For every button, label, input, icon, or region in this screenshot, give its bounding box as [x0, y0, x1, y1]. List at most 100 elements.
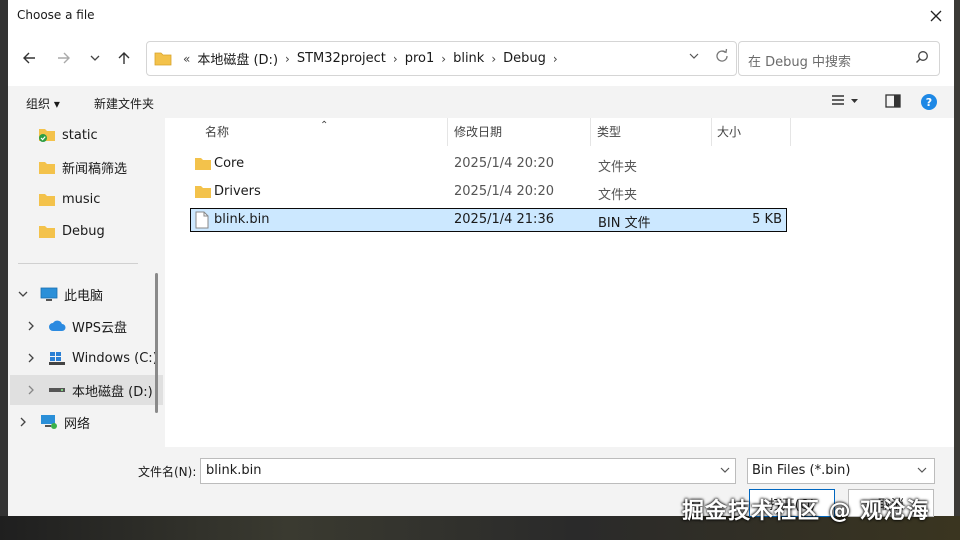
chevron-right-icon[interactable]	[26, 353, 36, 363]
refresh-icon[interactable]	[714, 48, 730, 64]
folder-icon	[39, 161, 55, 174]
file-type: 文件夹	[598, 160, 638, 175]
column-header-size[interactable]: 大小	[717, 118, 741, 148]
file-modified: 2025/1/4 21:36	[454, 212, 554, 227]
file-name: blink.bin	[214, 212, 270, 227]
file-name: Drivers	[214, 184, 261, 199]
chevron-down-icon[interactable]	[18, 289, 28, 299]
file-size: 5 KB	[752, 212, 782, 227]
organize-menu[interactable]: 组织 ▾	[26, 95, 60, 112]
address-bar[interactable]: « 本地磁盘 (D:) › STM32project › pro1 › blin…	[146, 41, 737, 76]
sidebar-item-label: static	[62, 127, 98, 143]
navigation-pane: static 新闻稿筛选 music Debug 此电脑 WPS云盘 Windo…	[8, 118, 165, 447]
chevron-right-icon[interactable]: ›	[282, 52, 293, 66]
folder-icon	[154, 52, 172, 66]
folder-icon	[195, 158, 211, 170]
sidebar-item-label: WPS云盘	[72, 320, 127, 336]
chevron-down-icon[interactable]	[688, 50, 700, 62]
search-icon	[916, 51, 928, 63]
preview-pane-icon	[885, 94, 901, 108]
sidebar-item-label: 网络	[64, 416, 91, 432]
file-name: Core	[214, 156, 245, 171]
sidebar-item-network[interactable]: 网络	[18, 407, 158, 437]
window-title: Choose a file	[17, 8, 95, 22]
search-input[interactable]: 在 Debug 中搜索	[738, 41, 940, 76]
sidebar-item-static[interactable]: static	[38, 120, 165, 150]
forward-button[interactable]	[52, 46, 76, 70]
breadcrumb-overflow[interactable]: «	[180, 52, 193, 66]
preview-pane-button[interactable]	[885, 94, 901, 111]
breadcrumb-item[interactable]: Debug	[499, 51, 550, 66]
arrow-up-icon	[118, 52, 130, 64]
folder-icon	[39, 225, 55, 238]
help-button[interactable]: ?	[920, 93, 938, 114]
title-bar: Choose a file	[8, 0, 954, 32]
column-divider[interactable]	[711, 118, 712, 146]
cloud-icon	[49, 320, 66, 331]
view-options-button[interactable]	[831, 94, 859, 111]
table-row[interactable]: Core 2025/1/4 20:20 文件夹	[182, 152, 779, 176]
sidebar-item-debug[interactable]: Debug	[38, 216, 165, 246]
chevron-right-icon[interactable]	[26, 385, 36, 395]
filename-field[interactable]: blink.bin	[200, 458, 736, 484]
sidebar-item-label: 此电脑	[64, 288, 104, 304]
breadcrumb-item[interactable]: STM32project	[293, 51, 390, 66]
column-divider[interactable]	[447, 118, 448, 146]
chevron-down-icon	[90, 55, 100, 61]
arrow-left-icon	[23, 52, 35, 64]
breadcrumb-item[interactable]: blink	[449, 51, 488, 66]
divider	[18, 263, 138, 264]
list-view-icon	[832, 95, 858, 105]
breadcrumb-item[interactable]: pro1	[401, 51, 439, 66]
table-row-selected[interactable]: blink.bin 2025/1/4 21:36 BIN 文件 5 KB	[190, 208, 787, 232]
chevron-down-icon	[917, 467, 927, 473]
column-divider[interactable]	[790, 118, 791, 146]
chevron-right-icon[interactable]: ›	[550, 52, 561, 66]
network-icon	[41, 415, 57, 429]
sidebar-item-label: Debug	[62, 223, 105, 239]
sidebar-item-label: music	[62, 191, 101, 207]
sidebar-item-music[interactable]: music	[38, 184, 165, 214]
column-header-type[interactable]: 类型	[597, 118, 621, 148]
search-placeholder: 在 Debug 中搜索	[748, 55, 852, 70]
chevron-right-icon[interactable]	[26, 321, 36, 331]
chevron-right-icon[interactable]: ›	[438, 52, 449, 66]
sidebar-item-wps-cloud[interactable]: WPS云盘	[26, 311, 165, 341]
computer-icon	[40, 287, 58, 301]
sidebar-item-label: 新闻稿筛选	[62, 161, 128, 177]
chevron-right-icon[interactable]: ›	[488, 52, 499, 66]
chevron-down-icon[interactable]	[719, 464, 731, 476]
sidebar-item-label: 本地磁盘 (D:)	[72, 384, 153, 400]
sidebar-item-drive-c[interactable]: Windows (C:)	[26, 343, 165, 373]
sort-up-icon: ⌃	[320, 120, 329, 131]
file-dialog: Choose a file « 本地磁盘 (D:) › STM32project…	[8, 0, 954, 517]
command-bar: 组织 ▾ 新建文件夹 ?	[8, 86, 954, 118]
close-button[interactable]	[924, 4, 948, 28]
arrow-right-icon	[58, 52, 70, 64]
folder-green-check-icon	[39, 129, 55, 142]
file-modified: 2025/1/4 20:20	[454, 156, 554, 171]
new-folder-button[interactable]: 新建文件夹	[94, 95, 154, 112]
up-button[interactable]	[112, 46, 136, 70]
sidebar-item-drive-d[interactable]: 本地磁盘 (D:)	[10, 375, 163, 405]
help-icon: ?	[921, 94, 937, 110]
column-divider[interactable]	[590, 118, 591, 146]
recent-locations-button[interactable]	[83, 46, 107, 70]
table-row[interactable]: Drivers 2025/1/4 20:20 文件夹	[182, 180, 779, 204]
watermark: 掘金技术社区 @ 观沧海	[682, 499, 930, 524]
sidebar-item-this-pc[interactable]: 此电脑	[18, 279, 158, 309]
desktop-edge-left	[0, 0, 8, 540]
file-type-filter[interactable]: Bin Files (*.bin)	[747, 458, 935, 484]
navigation-scrollbar[interactable]	[155, 273, 158, 413]
chevron-right-icon[interactable]: ›	[390, 52, 401, 66]
chevron-right-icon[interactable]	[18, 417, 28, 427]
filter-value: Bin Files (*.bin)	[752, 463, 851, 478]
breadcrumb-item[interactable]: 本地磁盘 (D:)	[193, 49, 282, 68]
column-header-name[interactable]: 名称	[205, 118, 229, 148]
back-button[interactable]	[17, 46, 41, 70]
close-icon	[930, 10, 942, 22]
file-icon	[195, 211, 209, 229]
folder-icon	[195, 186, 211, 198]
sidebar-item-news[interactable]: 新闻稿筛选	[38, 152, 165, 182]
column-header-modified[interactable]: 修改日期	[454, 118, 502, 148]
